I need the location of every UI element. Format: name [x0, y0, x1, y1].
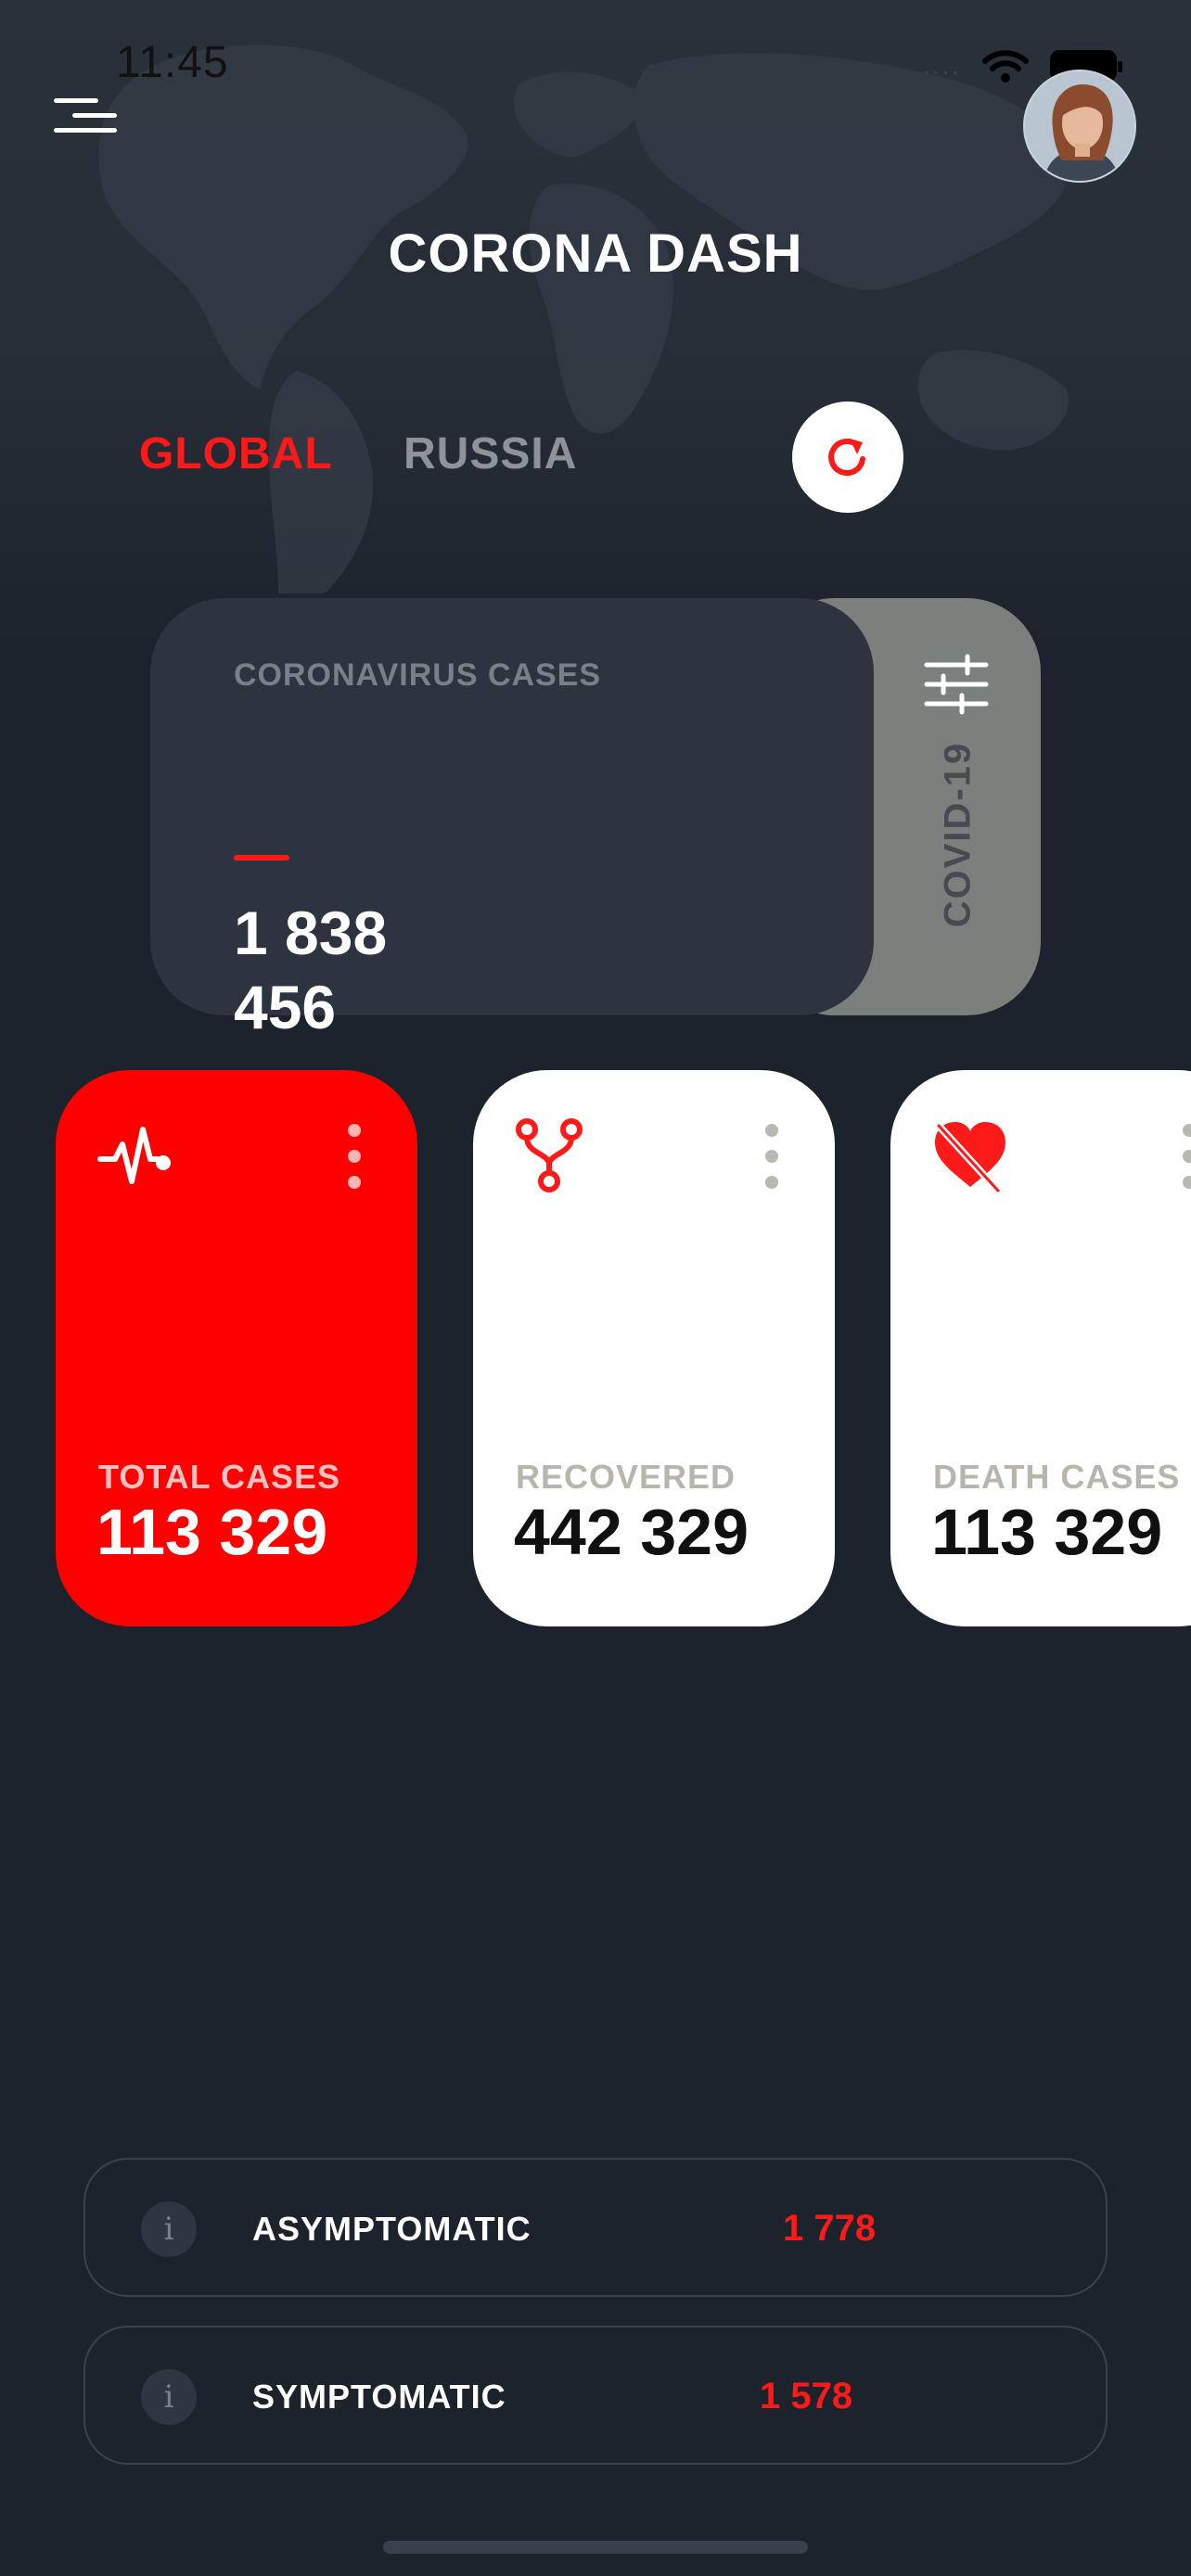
asymptomatic-label: ASYMPTOMATIC: [252, 2210, 531, 2248]
coronavirus-cases-label: CORONAVIRUS CASES: [234, 657, 602, 693]
more-options-icon[interactable]: [761, 1124, 783, 1189]
info-icon[interactable]: i: [141, 2369, 197, 2425]
death-cases-label: DEATH CASES: [933, 1458, 1181, 1496]
refresh-button[interactable]: [792, 402, 903, 513]
status-time: 11:45: [116, 38, 229, 87]
covid-side-label: COVID-19: [937, 741, 979, 928]
recovered-value: 442 329: [514, 1496, 749, 1568]
total-cases-value: 113 329: [96, 1496, 328, 1568]
avatar-portrait-icon: [1025, 71, 1134, 181]
death-cases-value: 113 329: [931, 1496, 1163, 1568]
menu-line-icon: [54, 98, 98, 103]
tab-global[interactable]: GLOBAL: [139, 428, 333, 479]
total-cases-card[interactable]: TOTAL CASES 113 329: [56, 1070, 417, 1626]
refresh-icon: [828, 439, 865, 476]
cellular-signal-icon: ....: [922, 50, 961, 81]
app-title: CORONA DASH: [388, 223, 803, 284]
tab-russia[interactable]: RUSSIA: [403, 428, 577, 479]
more-options-icon[interactable]: [1178, 1124, 1191, 1189]
menu-button[interactable]: [54, 98, 117, 135]
symptomatic-value: 1 578: [760, 2376, 853, 2417]
total-cases-label: TOTAL CASES: [98, 1458, 341, 1496]
home-indicator[interactable]: [383, 2541, 808, 2554]
accent-dash: [234, 855, 289, 861]
asymptomatic-value: 1 778: [783, 2208, 877, 2249]
filter-sliders-icon[interactable]: [923, 654, 990, 715]
wifi-icon: [982, 50, 1029, 83]
symptomatic-label: SYMPTOMATIC: [252, 2378, 506, 2416]
coronavirus-cases-value: 1 838 456: [234, 899, 388, 1041]
death-cases-card[interactable]: DEATH CASES 113 329: [890, 1070, 1191, 1626]
heartbeat-icon: [97, 1127, 171, 1184]
user-avatar[interactable]: [1023, 70, 1136, 183]
info-icon[interactable]: i: [141, 2201, 197, 2257]
world-map-background: [98, 45, 1069, 593]
recovered-card[interactable]: RECOVERED 442 329: [473, 1070, 835, 1626]
symptomatic-row[interactable]: i SYMPTOMATIC 1 578: [83, 2326, 1108, 2465]
branch-icon: [516, 1118, 583, 1192]
more-options-icon[interactable]: [343, 1124, 365, 1189]
menu-line-icon: [54, 128, 117, 133]
broken-heart-icon: [935, 1122, 1005, 1194]
asymptomatic-row[interactable]: i ASYMPTOMATIC 1 778: [83, 2158, 1108, 2297]
recovered-label: RECOVERED: [516, 1458, 736, 1496]
dashboard-screen: 11:45 .... CORONA DASH GLOBAL RUSSIA COR…: [0, 0, 1191, 2576]
menu-line-icon: [72, 113, 117, 118]
